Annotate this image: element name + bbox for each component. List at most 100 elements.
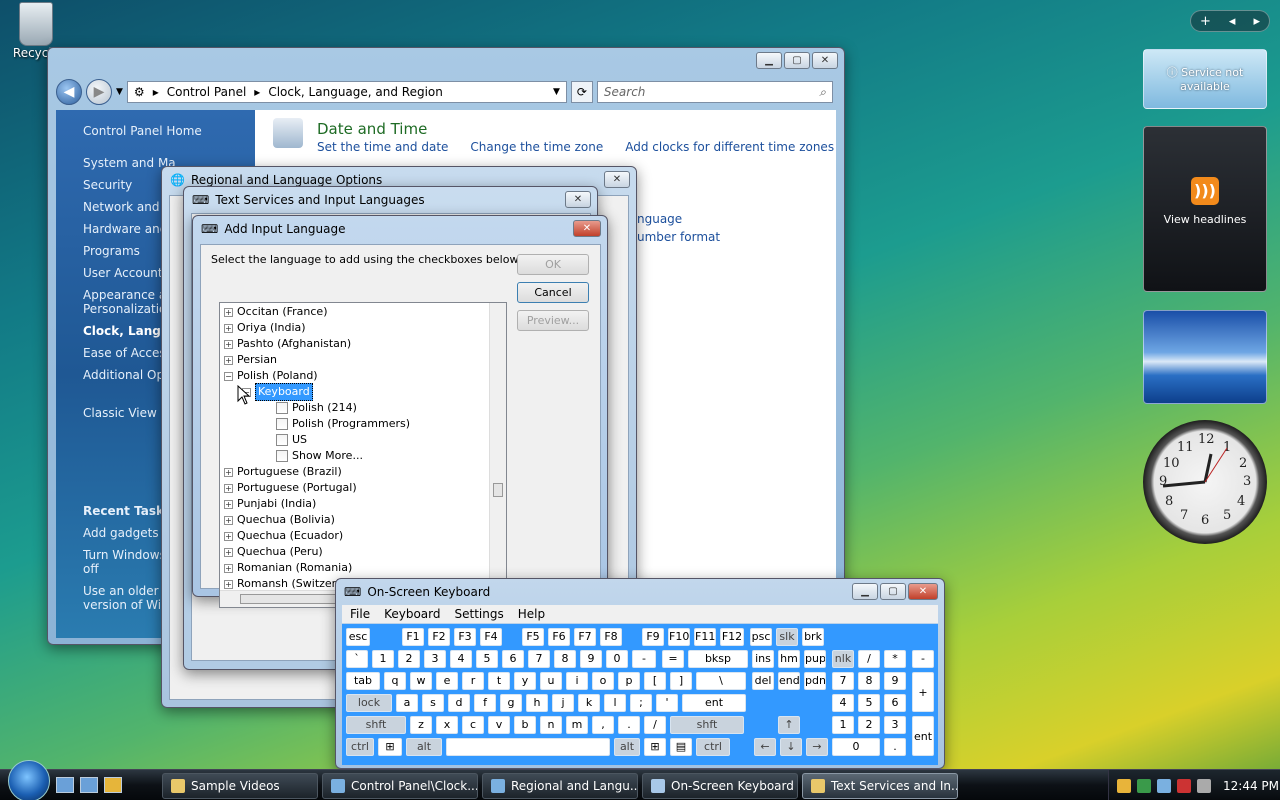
osk-key[interactable]: r xyxy=(462,672,484,690)
osk-key[interactable]: 8 xyxy=(554,650,576,668)
language-item[interactable]: Persian xyxy=(237,352,277,368)
osk-key[interactable]: e xyxy=(436,672,458,690)
refresh-button[interactable]: ⟳ xyxy=(570,81,593,103)
slideshow-gadget[interactable] xyxy=(1143,310,1267,404)
minimize-button[interactable]: ▁ xyxy=(756,52,782,69)
osk-key[interactable]: F2 xyxy=(428,628,450,646)
expand-icon[interactable]: + xyxy=(224,547,233,557)
menu-settings[interactable]: Settings xyxy=(455,607,504,621)
layout-checkbox[interactable] xyxy=(276,418,288,430)
osk-key[interactable]: alt xyxy=(406,738,442,756)
osk-key[interactable]: o xyxy=(592,672,614,690)
osk-key[interactable]: pup xyxy=(804,650,826,668)
osk-key[interactable]: [ xyxy=(644,672,666,690)
volume-muted-icon[interactable] xyxy=(1197,778,1211,793)
layout-item[interactable]: Polish (Programmers) xyxy=(292,416,410,432)
osk-key[interactable]: shft xyxy=(346,716,406,734)
osk-key[interactable]: F9 xyxy=(642,628,664,646)
osk-key[interactable]: F3 xyxy=(454,628,476,646)
security-shield-icon[interactable] xyxy=(1117,778,1131,793)
osk-key[interactable]: shft xyxy=(670,716,744,734)
clock-time[interactable]: 12:44 PM xyxy=(1223,779,1279,793)
osk-key[interactable]: 2 xyxy=(858,716,880,734)
scroll-thumb[interactable] xyxy=(493,483,503,497)
osk-key[interactable]: j xyxy=(552,694,574,712)
layout-checkbox[interactable] xyxy=(276,402,288,414)
osk-key[interactable]: ; xyxy=(630,694,652,712)
regional-link-partial[interactable]: nguage xyxy=(637,212,682,226)
osk-key[interactable]: ⊞ xyxy=(378,738,402,756)
forward-button[interactable]: ▶ xyxy=(86,79,112,105)
osk-key[interactable]: 7 xyxy=(528,650,550,668)
osk-key[interactable]: 3 xyxy=(884,716,906,734)
network-disconnected-icon[interactable] xyxy=(1177,778,1191,793)
osk-key[interactable]: 3 xyxy=(424,650,446,668)
language-item[interactable]: Quechua (Ecuador) xyxy=(237,528,343,544)
osk-key[interactable]: * xyxy=(884,650,906,668)
osk-key[interactable]: pdn xyxy=(804,672,826,690)
osk-key[interactable]: 8 xyxy=(858,672,880,690)
osk-key[interactable]: psc xyxy=(750,628,772,646)
osk-key[interactable]: u xyxy=(540,672,562,690)
osk-key[interactable]: ` xyxy=(346,650,368,668)
taskbar-button[interactable]: Control Panel\Clock... xyxy=(322,773,478,799)
clock-gadget[interactable]: 12 1 2 3 4 5 6 7 8 9 10 11 xyxy=(1143,420,1267,544)
expand-icon[interactable]: + xyxy=(224,499,233,509)
osk-key[interactable]: → xyxy=(806,738,828,756)
osk-key[interactable]: ctrl xyxy=(696,738,730,756)
osk-key[interactable]: d xyxy=(448,694,470,712)
layout-item[interactable]: US xyxy=(292,432,307,448)
address-bar[interactable]: ⚙ ▸ Control Panel ▸ Clock, Language, and… xyxy=(126,81,567,103)
date-time-link[interactable]: Add clocks for different time zones xyxy=(625,140,834,154)
expand-icon[interactable]: + xyxy=(224,339,233,349)
feed-headlines-gadget[interactable]: ))) View headlines xyxy=(1143,126,1267,292)
close-button[interactable]: ✕ xyxy=(565,191,591,208)
control-panel-home-link[interactable]: Control Panel Home xyxy=(83,124,255,138)
breadcrumb-control-panel[interactable]: Control Panel xyxy=(167,85,247,99)
menu-file[interactable]: File xyxy=(350,607,370,621)
osk-key[interactable]: w xyxy=(410,672,432,690)
osk-key[interactable]: ↑ xyxy=(778,716,800,734)
add-gadget-button[interactable]: + xyxy=(1200,14,1211,29)
weather-gadget[interactable]: ⓘ Service not available xyxy=(1143,49,1267,109)
osk-key[interactable]: 4 xyxy=(450,650,472,668)
show-more-item[interactable]: Show More... xyxy=(292,448,363,464)
sync-icon[interactable] xyxy=(1137,778,1151,793)
osk-key[interactable]: / xyxy=(644,716,666,734)
back-button[interactable]: ◀ xyxy=(56,79,82,105)
expand-icon[interactable]: + xyxy=(224,563,233,573)
search-input[interactable]: Search ⌕ xyxy=(596,81,833,103)
osk-key[interactable]: ▤ xyxy=(670,738,692,756)
osk-key[interactable]: b xyxy=(514,716,536,734)
expand-icon[interactable]: + xyxy=(224,531,233,541)
breadcrumb-current[interactable]: Clock, Language, and Region xyxy=(268,85,443,99)
osk-key[interactable]: tab xyxy=(346,672,380,690)
keyboard-node-selected[interactable]: Keyboard xyxy=(255,383,313,401)
layout-item[interactable]: Polish (214) xyxy=(292,400,357,416)
osk-key[interactable]: F10 xyxy=(668,628,690,646)
taskbar-button[interactable]: On-Screen Keyboard xyxy=(642,773,798,799)
osk-key[interactable]: ent xyxy=(682,694,746,712)
chevron-down-icon[interactable]: ▼ xyxy=(553,87,560,97)
expand-icon[interactable]: + xyxy=(224,515,233,525)
cancel-button[interactable]: Cancel xyxy=(517,282,589,303)
start-button[interactable] xyxy=(8,760,50,800)
osk-key[interactable]: . xyxy=(618,716,640,734)
osk-key[interactable] xyxy=(446,738,610,756)
osk-key[interactable]: 4 xyxy=(832,694,854,712)
expand-icon[interactable]: + xyxy=(224,579,233,589)
osk-key[interactable]: F7 xyxy=(574,628,596,646)
language-item[interactable]: Occitan (France) xyxy=(237,304,328,320)
minimize-button[interactable]: ▁ xyxy=(852,583,878,600)
osk-key[interactable]: ins xyxy=(752,650,774,668)
osk-key[interactable]: F4 xyxy=(480,628,502,646)
expand-icon[interactable]: + xyxy=(224,483,233,493)
expand-icon[interactable]: + xyxy=(224,355,233,365)
close-button[interactable]: ✕ xyxy=(908,583,938,600)
language-item[interactable]: Quechua (Peru) xyxy=(237,544,323,560)
osk-key[interactable]: 2 xyxy=(398,650,420,668)
osk-key[interactable]: z xyxy=(410,716,432,734)
osk-key[interactable]: ' xyxy=(656,694,678,712)
osk-key[interactable]: nlk xyxy=(832,650,854,668)
language-item-expanded[interactable]: Polish (Poland) xyxy=(237,368,318,384)
